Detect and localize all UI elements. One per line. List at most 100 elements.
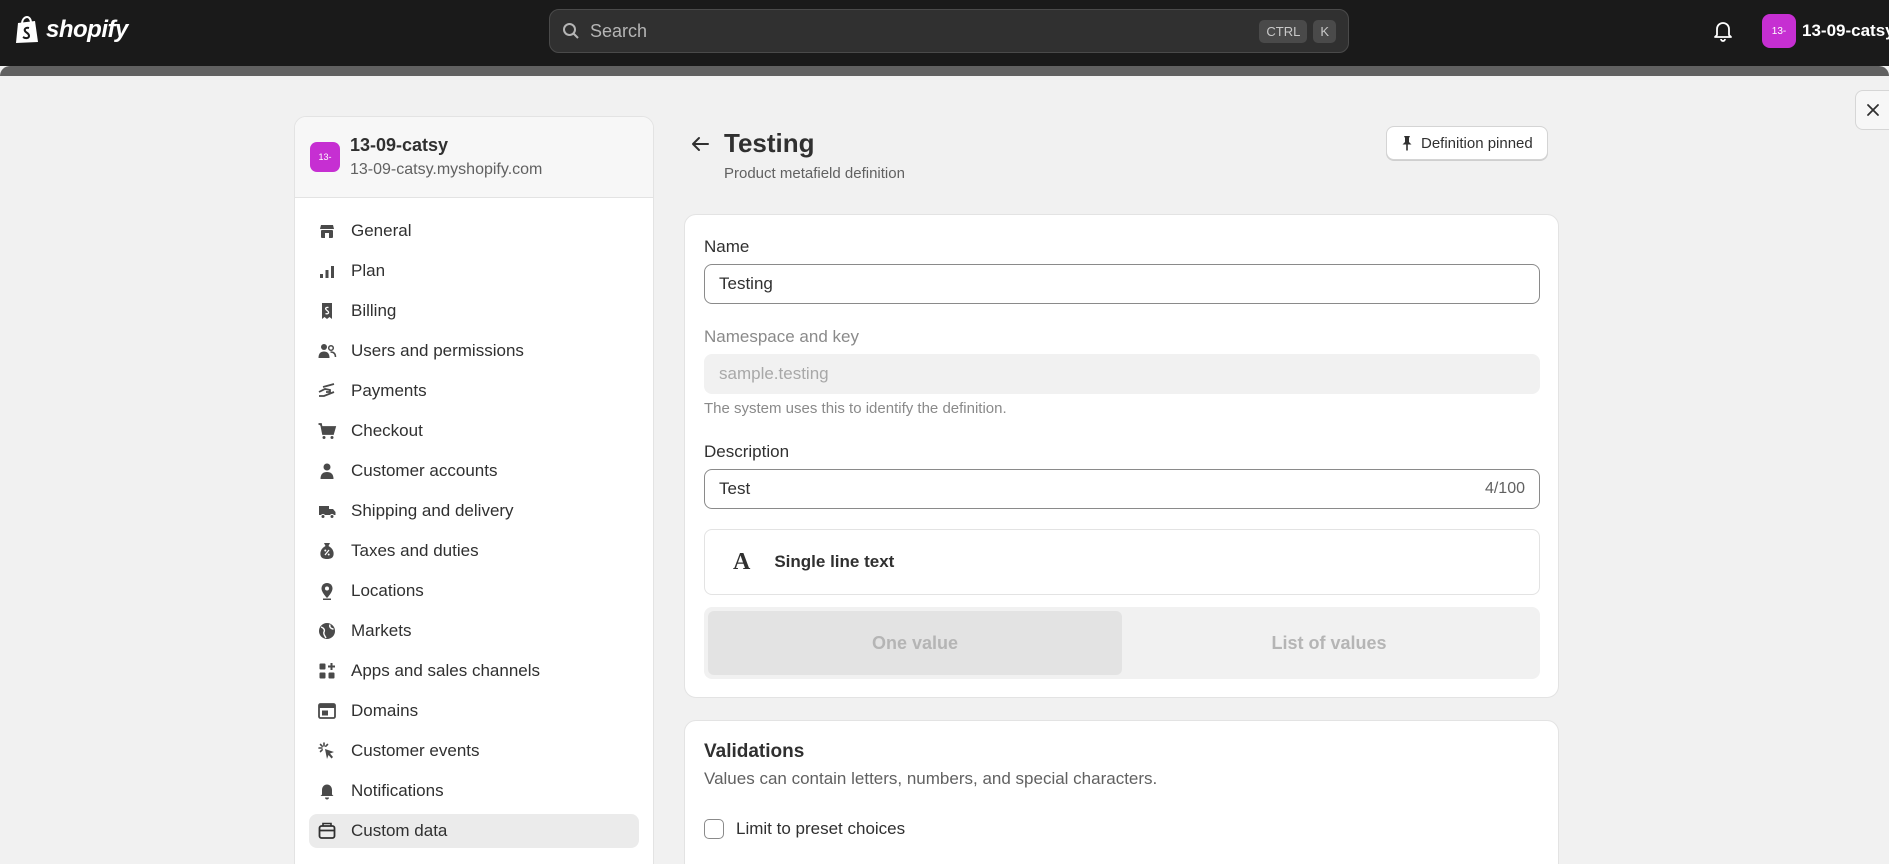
sidebar-item-label: Locations [351, 581, 424, 600]
namespace-key-field: sample.testing [704, 354, 1540, 394]
sidebar-item-label: Notifications [351, 781, 444, 800]
sidebar-item-label: Customer events [351, 741, 480, 760]
search-bar[interactable]: Search CTRL K [549, 9, 1349, 53]
store-icon [320, 225, 334, 238]
namespace-value: sample.testing [719, 364, 829, 383]
namespace-help-text: The system uses this to identify the def… [704, 400, 1007, 417]
sidebar-item-general[interactable]: General [309, 214, 639, 248]
shopify-bag-icon [16, 16, 38, 43]
receipt-icon [322, 303, 332, 319]
sidebar-item-label: Apps and sales channels [351, 661, 541, 680]
definition-card: Name Testing Namespace and key sample.te… [684, 214, 1559, 698]
location-icon [321, 583, 333, 600]
settings-nav: General Plan Billing Users and permissions P… [295, 198, 653, 848]
payments-icon [318, 383, 335, 397]
person-icon [320, 463, 334, 479]
page-subtitle: Product metafield definition [724, 165, 905, 182]
avatar: 13- [1762, 14, 1796, 48]
search-placeholder: Search [590, 20, 648, 41]
preset-choices-label: Limit to preset choices [736, 819, 906, 838]
text-type-icon: A [733, 548, 751, 575]
preset-choices-checkbox[interactable] [704, 819, 724, 839]
sidebar-item-shipping-and-delivery[interactable]: Shipping and delivery [309, 494, 639, 528]
sidebar-item-label: Billing [351, 301, 397, 320]
sidebar-item-taxes-and-duties[interactable]: Taxes and duties [309, 534, 639, 568]
top-bar: shopify Search CTRL K 13- 13-09-catsy [0, 0, 1889, 66]
store-name: 13-09-catsy [350, 135, 449, 155]
store-avatar: 13- [310, 142, 340, 172]
sidebar-item-users-and-permissions[interactable]: Users and permissions [309, 334, 639, 368]
name-field[interactable]: Testing [704, 264, 1540, 304]
sidebar-item-label: Customer accounts [351, 461, 498, 480]
close-button[interactable] [1855, 90, 1889, 130]
sidebar-item-label: Plan [351, 261, 386, 280]
sidebar-item-custom-data[interactable]: Custom data [309, 814, 639, 848]
one-value-option[interactable]: One value [708, 611, 1122, 675]
sidebar-item-domains[interactable]: Domains [309, 694, 639, 728]
close-icon [1867, 104, 1879, 116]
validations-title: Validations [704, 741, 805, 762]
plan-icon [320, 266, 334, 278]
character-counter: 4/100 [1484, 480, 1525, 497]
validations-card: Validations Values can contain letters, … [684, 720, 1559, 864]
value-count-toggle: One value List of values [704, 607, 1540, 679]
name-value: Testing [719, 274, 773, 293]
modal-top-edge [0, 66, 1889, 76]
sidebar-item-payments[interactable]: Payments [309, 374, 639, 408]
description-label: Description [704, 442, 790, 461]
shortcut-k: K [1313, 19, 1336, 43]
shopify-logo[interactable]: shopify [14, 16, 128, 44]
sidebar-item-label: Payments [351, 381, 427, 400]
custom-data-icon [318, 822, 336, 839]
content-type-selector[interactable]: A Single line text [704, 529, 1540, 595]
sidebar-item-notifications[interactable]: Notifications [309, 774, 639, 808]
shortcut-ctrl: CTRL [1259, 19, 1308, 43]
sidebar-item-billing[interactable]: Billing [309, 294, 639, 328]
pin-icon [1402, 136, 1412, 151]
account-menu[interactable]: 13- 13-09-catsy [1762, 14, 1889, 48]
namespace-label: Namespace and key [704, 327, 859, 346]
description-value: Test [719, 479, 751, 498]
sidebar-item-checkout[interactable]: Checkout [309, 414, 639, 448]
sidebar-item-locations[interactable]: Locations [309, 574, 639, 608]
sidebar-item-markets[interactable]: Markets [309, 614, 639, 648]
domains-icon [318, 703, 336, 719]
list-of-values-option[interactable]: List of values [1122, 611, 1536, 675]
store-header[interactable]: 13- 13-09-catsy 13-09-catsy.myshopify.co… [295, 117, 653, 198]
bell-icon [320, 784, 334, 800]
search-icon [563, 23, 579, 39]
globe-icon [319, 623, 335, 639]
truck-icon [319, 506, 336, 519]
notifications-bell-icon[interactable] [1712, 20, 1734, 42]
sidebar-item-customer-accounts[interactable]: Customer accounts [309, 454, 639, 488]
sidebar-item-label: Shipping and delivery [351, 501, 514, 520]
apps-icon [319, 663, 335, 679]
settings-sidebar: 13- 13-09-catsy 13-09-catsy.myshopify.co… [294, 116, 654, 864]
back-arrow-icon[interactable] [688, 132, 712, 156]
cart-icon [318, 423, 337, 439]
sidebar-item-customer-events[interactable]: Customer events [309, 734, 639, 768]
sidebar-item-label: Custom data [351, 821, 448, 840]
store-domain: 13-09-catsy.myshopify.com [350, 161, 543, 178]
brand-name: shopify [46, 16, 128, 43]
content-type-label: Single line text [774, 552, 895, 571]
description-field[interactable]: Test 4/100 [704, 469, 1540, 509]
name-label: Name [704, 237, 750, 256]
definition-pinned-button[interactable]: Definition pinned [1386, 126, 1548, 160]
tax-icon [320, 543, 334, 559]
pin-button-label: Definition pinned [1421, 134, 1533, 152]
validations-description: Values can contain letters, numbers, and… [704, 769, 1158, 788]
sidebar-item-label: Domains [351, 701, 419, 720]
sidebar-item-label: Taxes and duties [351, 541, 479, 560]
sidebar-item-label: Users and permissions [351, 341, 524, 360]
sidebar-item-label: Checkout [351, 421, 423, 440]
sidebar-item-apps-and-sales-channels[interactable]: Apps and sales channels [309, 654, 639, 688]
sidebar-item-plan[interactable]: Plan [309, 254, 639, 288]
sidebar-item-label: General [351, 221, 412, 240]
cursor-icon [318, 742, 334, 759]
account-name: 13-09-catsy [1802, 21, 1889, 40]
preset-choices-option[interactable]: Limit to preset choices [704, 819, 905, 839]
users-icon [318, 344, 337, 358]
page-title: Testing [724, 128, 815, 158]
sidebar-item-label: Markets [351, 621, 412, 640]
